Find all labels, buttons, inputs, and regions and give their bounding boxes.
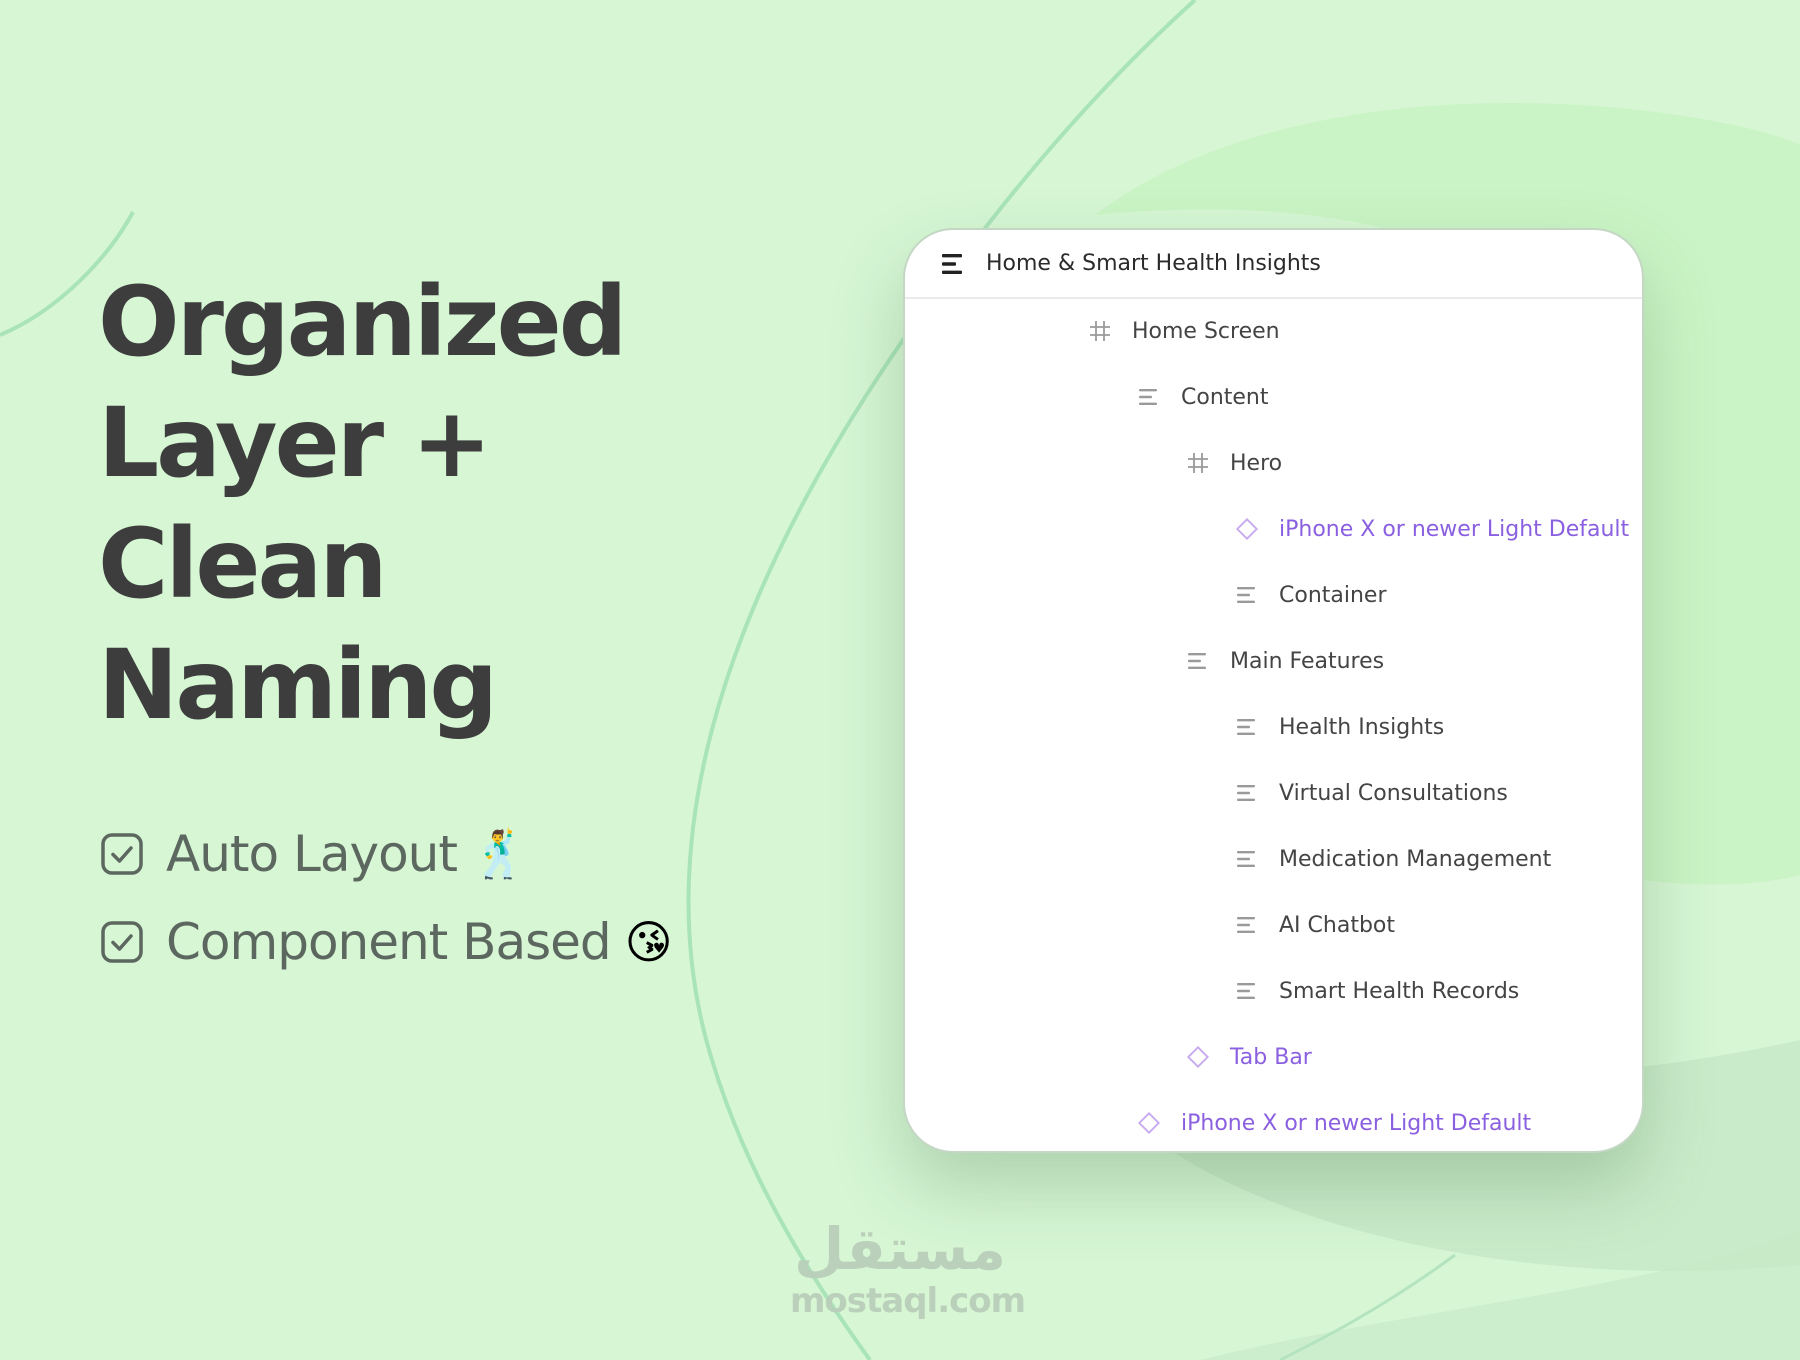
- feature-component-based: Component Based 😘: [100, 898, 673, 986]
- watermark-latin: mostaql.com: [790, 1281, 1026, 1321]
- layer-label: Medication Management: [1279, 846, 1552, 872]
- layers-panel-header: Home & Smart Health Insights: [905, 230, 1642, 299]
- feature-list: Auto Layout 🕺 Component Based 😘: [100, 810, 673, 986]
- layer-item[interactable]: iPhone X or newer Light Default: [1137, 1103, 1531, 1143]
- auto-layout-stack-icon: [1235, 847, 1259, 871]
- watermark: مستقل mostaql.com: [790, 1215, 1026, 1321]
- dancer-emoji: 🕺: [470, 826, 529, 881]
- layer-item[interactable]: Medication Management: [1235, 839, 1551, 879]
- kiss-emoji: 😘: [624, 915, 673, 969]
- layer-item[interactable]: Health Insights: [1235, 707, 1444, 747]
- layer-label: Home Screen: [1132, 318, 1280, 344]
- watermark-arabic: مستقل: [793, 1215, 1007, 1283]
- layer-label: Virtual Consultations: [1279, 780, 1508, 806]
- layer-label: Main Features: [1230, 648, 1385, 674]
- auto-layout-stack-icon: [1235, 913, 1259, 937]
- layers-panel: Home & Smart Health Insights Home Screen…: [903, 228, 1644, 1153]
- auto-layout-stack-icon: [1186, 649, 1210, 673]
- auto-layout-stack-icon: [1235, 979, 1259, 1003]
- layer-item[interactable]: Home Screen: [1088, 311, 1280, 351]
- headline-line-2: Layer +: [98, 387, 492, 499]
- layer-item[interactable]: Tab Bar: [1186, 1037, 1312, 1077]
- layer-item[interactable]: Hero: [1186, 443, 1282, 483]
- layer-item[interactable]: iPhone X or newer Light Default: [1235, 509, 1629, 549]
- layer-item[interactable]: Virtual Consultations: [1235, 773, 1508, 813]
- feature-label: Component Based: [166, 913, 612, 971]
- layer-label: Content: [1181, 384, 1269, 410]
- auto-layout-stack-icon: [1235, 715, 1259, 739]
- layer-label: iPhone X or newer Light Default: [1181, 1110, 1532, 1136]
- headline-line-4: Naming: [98, 629, 498, 741]
- headline-line-1: Organized: [98, 266, 627, 378]
- headline: Organized Layer + Clean Naming: [98, 262, 627, 746]
- layer-item[interactable]: AI Chatbot: [1235, 905, 1395, 945]
- layer-label: iPhone X or newer Light Default: [1279, 516, 1630, 542]
- checkbox-checked-icon: [101, 833, 143, 875]
- headline-line-3: Clean: [98, 508, 388, 620]
- layer-label: Smart Health Records: [1279, 978, 1520, 1004]
- layer-label: AI Chatbot: [1279, 912, 1395, 938]
- layer-label: Health Insights: [1279, 714, 1445, 740]
- layer-label: Container: [1279, 582, 1387, 608]
- component-diamond-icon: [1235, 517, 1259, 541]
- frame-hash-icon: [1088, 319, 1112, 343]
- layer-item[interactable]: Container: [1235, 575, 1387, 615]
- layer-item[interactable]: Main Features: [1186, 641, 1384, 681]
- layer-label: Tab Bar: [1230, 1044, 1312, 1070]
- frame-hash-icon: [1186, 451, 1210, 475]
- layer-label: Hero: [1230, 450, 1283, 476]
- layer-item[interactable]: Content: [1137, 377, 1269, 417]
- auto-layout-stack-icon: [1235, 781, 1259, 805]
- checkbox-checked-icon: [101, 921, 143, 963]
- auto-layout-stack-icon: [1235, 583, 1259, 607]
- feature-label: Auto Layout: [166, 825, 458, 883]
- layer-tree: Home Screen Content Hero iPhone X or newer …: [905, 299, 1642, 1149]
- layer-item[interactable]: Smart Health Records: [1235, 971, 1519, 1011]
- layers-menu-icon: [942, 253, 962, 274]
- panel-title: Home & Smart Health Insights: [986, 251, 1321, 276]
- auto-layout-stack-icon: [1137, 385, 1161, 409]
- component-diamond-icon: [1137, 1111, 1161, 1135]
- feature-auto-layout: Auto Layout 🕺: [100, 810, 673, 898]
- component-diamond-icon: [1186, 1045, 1210, 1069]
